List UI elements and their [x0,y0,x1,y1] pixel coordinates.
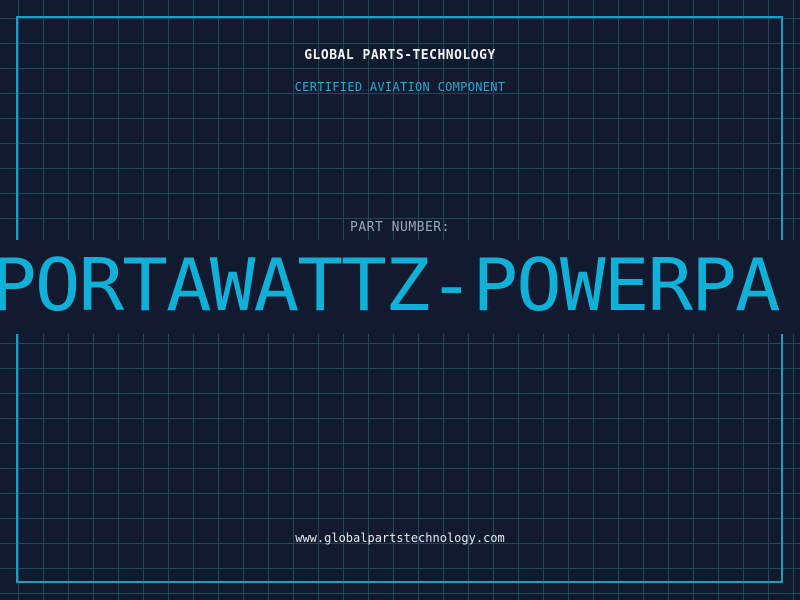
company-name: GLOBAL PARTS-TECHNOLOGY [304,48,496,63]
certificate-canvas: GLOBAL PARTS-TECHNOLOGY CERTIFIED AVIATI… [0,0,800,600]
part-number-band: PORTAWATTZ-POWERPA [0,240,800,334]
website-url[interactable]: www.globalpartstechnology.com [0,531,800,545]
certification-tagline: CERTIFIED AVIATION COMPONENT [294,80,506,94]
part-number-value: PORTAWATTZ-POWERPA [0,242,781,328]
part-number-label: PART NUMBER: [350,220,450,235]
